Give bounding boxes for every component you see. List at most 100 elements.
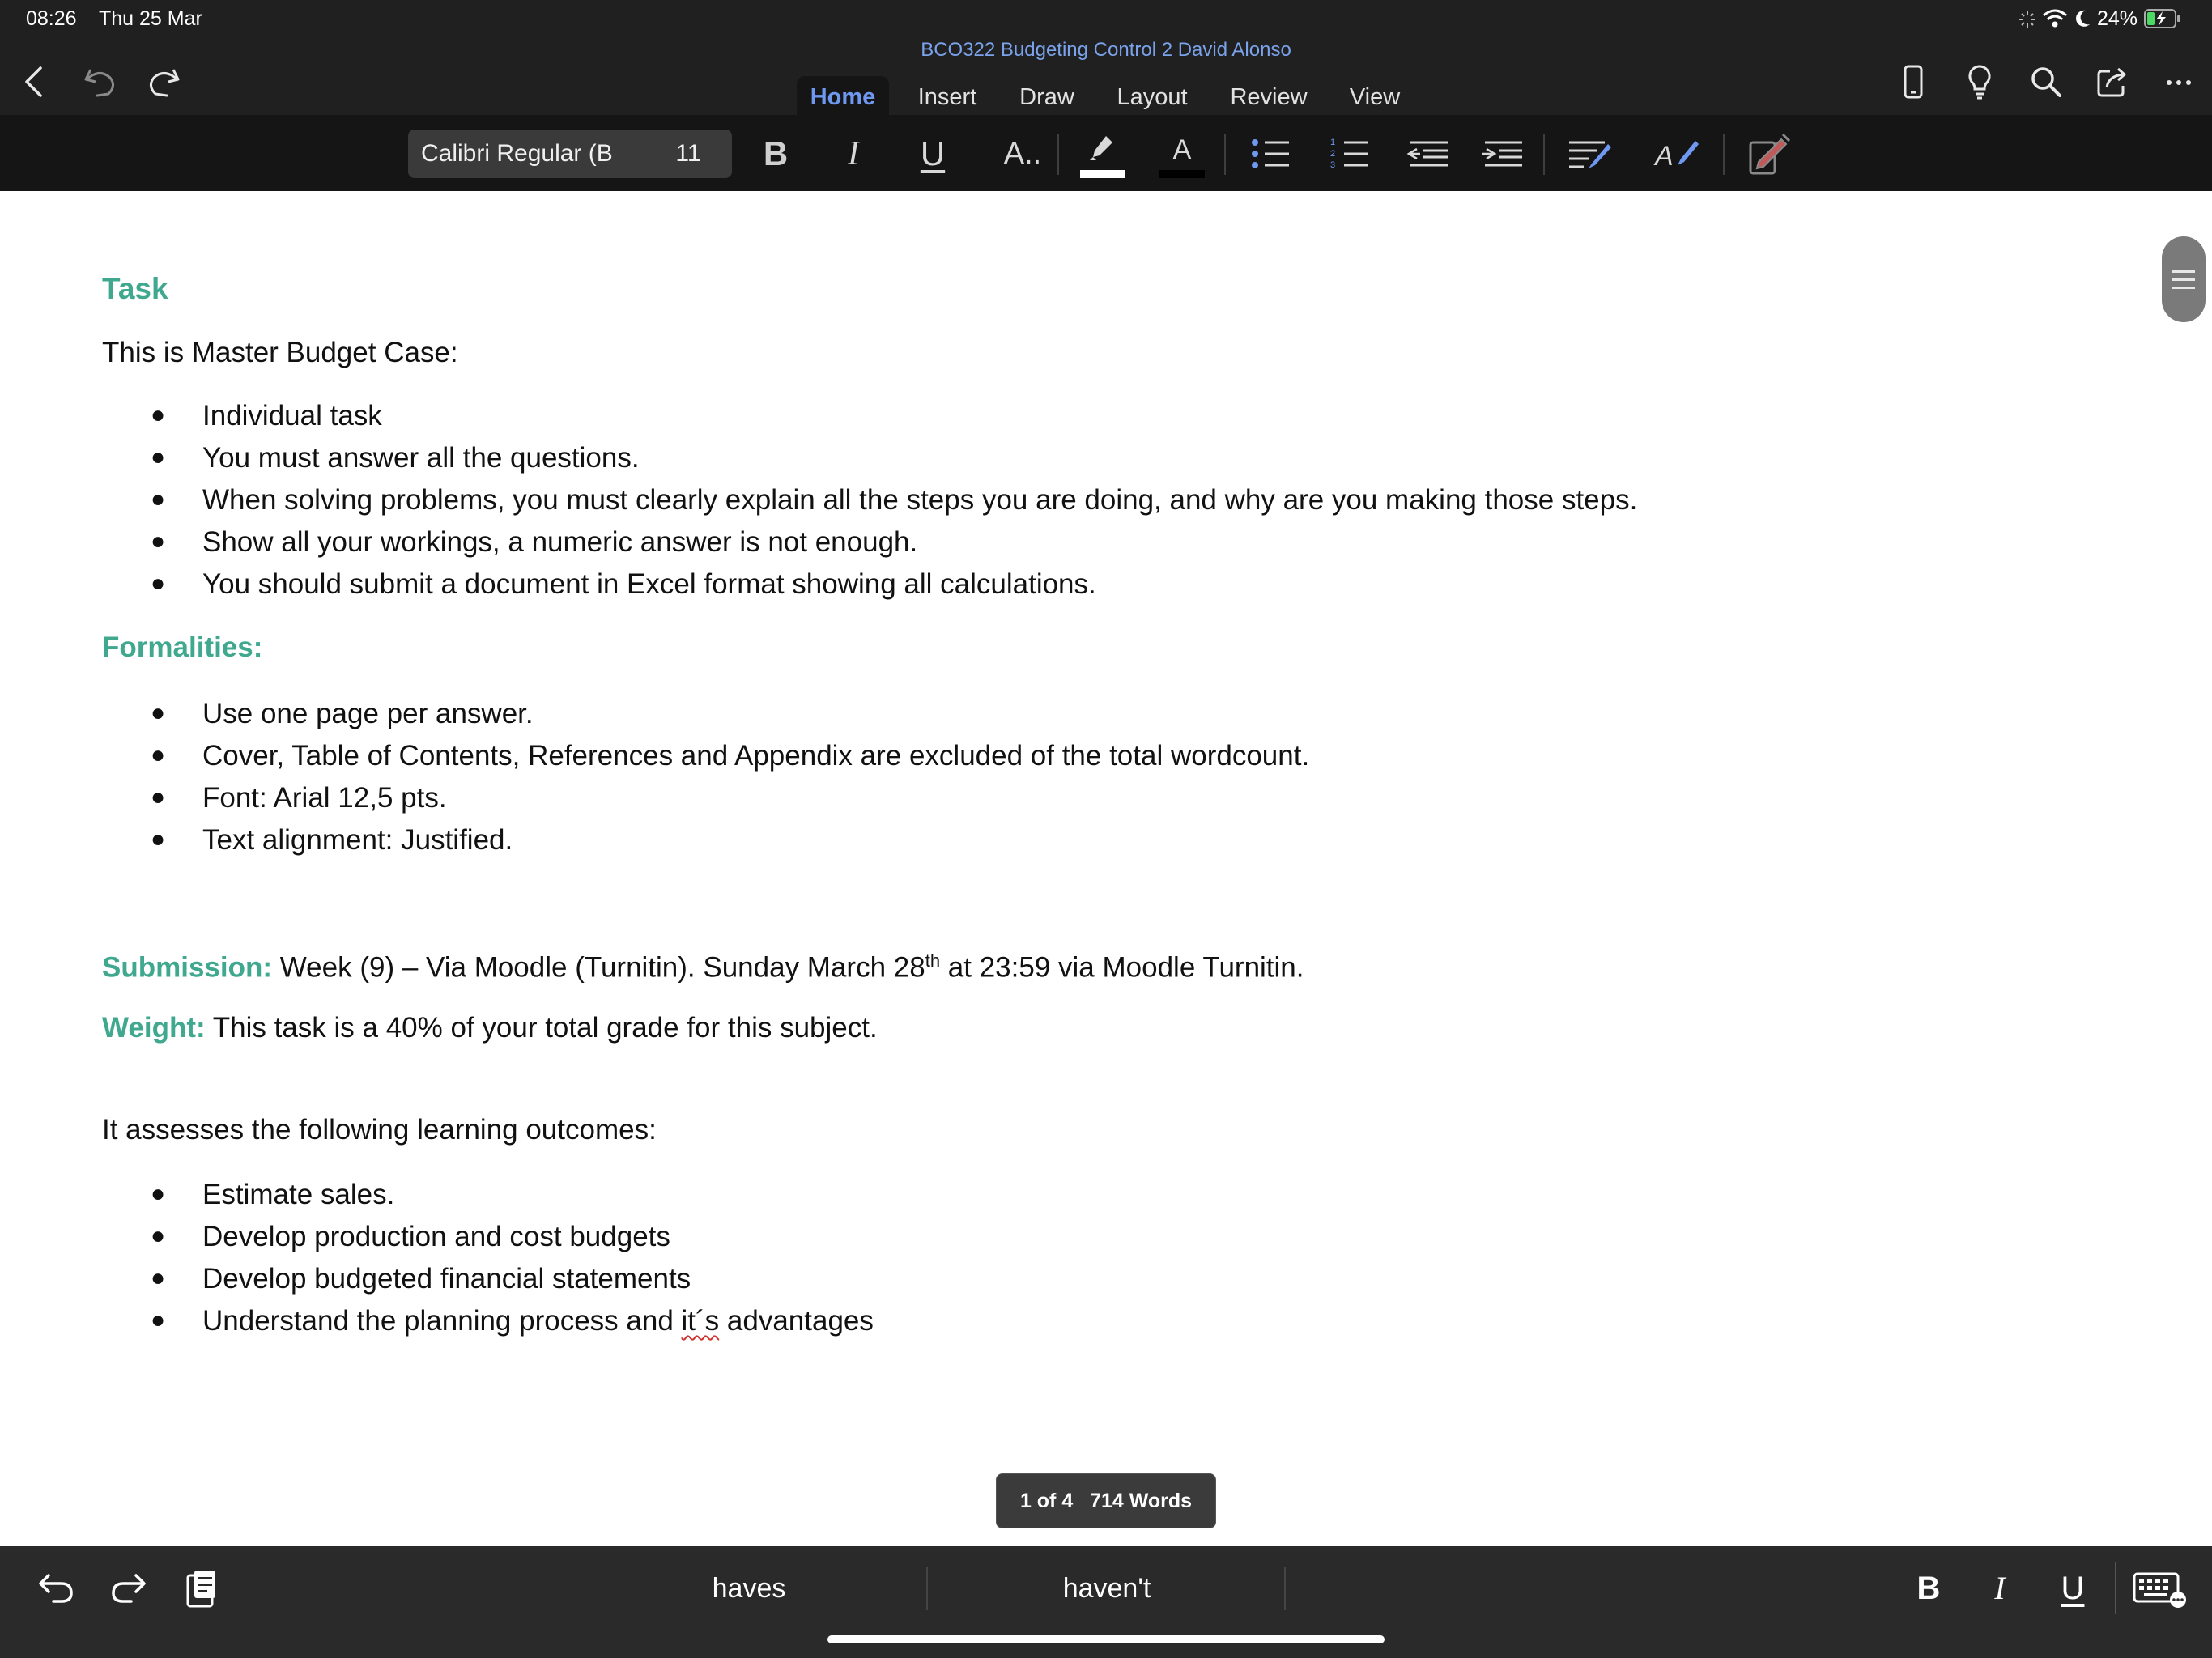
increase-indent-icon[interactable] <box>1478 126 1527 181</box>
paragraph-styles-icon[interactable] <box>1564 126 1613 181</box>
italic-button[interactable]: I <box>829 126 878 181</box>
misspelled-word[interactable]: it´s <box>682 1305 720 1337</box>
undo-icon[interactable] <box>79 62 120 102</box>
keyboard-italic-button[interactable]: I <box>1976 1564 2024 1613</box>
bullet-icon: ● <box>151 1222 166 1249</box>
submission-superscript: th <box>925 950 941 971</box>
tab-review[interactable]: Review <box>1221 76 1317 118</box>
wifi-icon <box>2042 8 2068 29</box>
decrease-indent-icon[interactable] <box>1404 126 1453 181</box>
keyboard-dismiss-icon[interactable] <box>2131 1564 2189 1613</box>
bold-button[interactable]: B <box>751 126 800 181</box>
submission-label: Submission: <box>102 951 273 984</box>
bullet-icon: ● <box>151 1307 166 1333</box>
keyboard-bar-divider <box>2115 1562 2116 1614</box>
tab-home[interactable]: Home <box>797 76 889 118</box>
tab-layout[interactable]: Layout <box>1109 76 1195 118</box>
autocorrect-suggestion[interactable]: haves <box>632 1567 866 1610</box>
keyboard-undo-icon[interactable] <box>32 1564 81 1613</box>
underline-button[interactable]: U <box>908 126 957 181</box>
outcome-text-end: advantages <box>719 1305 874 1337</box>
svg-text:2: 2 <box>1330 149 1335 159</box>
bullet-icon: ● <box>151 1265 166 1291</box>
list-item: Show all your workings, a numeric answer… <box>202 526 918 558</box>
share-icon[interactable] <box>2092 62 2133 102</box>
ribbon-divider <box>1057 134 1059 175</box>
more-options-icon[interactable] <box>2159 62 2199 102</box>
list-item: Cover, Table of Contents, References and… <box>202 740 1310 772</box>
intro-paragraph: This is Master Budget Case: <box>102 337 458 368</box>
moon-icon <box>2073 8 2092 29</box>
back-chevron-icon[interactable] <box>15 62 55 102</box>
bullet-icon: ● <box>151 444 166 470</box>
bullet-list-icon[interactable] <box>1247 126 1295 181</box>
bullet-icon: ● <box>151 1180 166 1207</box>
ribbon-divider <box>1723 134 1725 175</box>
font-color-letter: A <box>1173 134 1192 165</box>
bullet-icon: ● <box>151 742 166 768</box>
outcomes-intro: It assesses the following learning outco… <box>102 1114 657 1146</box>
battery-charging-icon <box>2144 8 2181 29</box>
bullet-icon: ● <box>151 826 166 852</box>
paste-clipboard-icon[interactable] <box>178 1564 227 1613</box>
list-item: You must answer all the questions. <box>202 442 640 474</box>
keyboard-underline-button[interactable]: U <box>2048 1564 2097 1613</box>
list-item: When solving problems, you must clearly … <box>202 484 1638 516</box>
heading-formalities: Formalities: <box>102 631 263 663</box>
list-item: Develop budgeted financial statements <box>202 1263 691 1295</box>
ribbon-divider <box>1543 134 1545 175</box>
keyboard-redo-icon[interactable] <box>104 1564 152 1613</box>
outcome-text-start: Understand the planning process and <box>202 1305 682 1337</box>
submission-text: Week (9) – Via Moodle (Turnitin). Sunday… <box>279 951 925 984</box>
bullet-icon: ● <box>151 402 166 428</box>
document-title: BCO322 Budgeting Control 2 David Alonso <box>921 39 1291 61</box>
redo-icon[interactable] <box>144 62 185 102</box>
weight-paragraph: Weight: This task is a 40% of your total… <box>102 1012 878 1044</box>
keyboard-bold-button[interactable]: B <box>1904 1564 1953 1613</box>
highlight-marker-icon[interactable] <box>1078 126 1127 181</box>
suggestion-divider <box>1284 1567 1286 1610</box>
page-count: 1 of 4 <box>1019 1490 1074 1512</box>
weight-text: This task is a 40% of your total grade f… <box>212 1012 878 1044</box>
battery-level: 24% <box>2097 7 2138 30</box>
list-item: Estimate sales. <box>202 1179 395 1210</box>
bullet-icon: ● <box>151 699 166 726</box>
bullet-icon: ● <box>151 570 166 597</box>
home-indicator[interactable] <box>827 1635 1385 1643</box>
tab-insert[interactable]: Insert <box>907 76 988 118</box>
svg-text:1: 1 <box>1330 138 1335 147</box>
submission-paragraph: Submission: Week (9) – Via Moodle (Turni… <box>102 950 1304 984</box>
list-item: Understand the planning process and it´s… <box>202 1305 874 1337</box>
svg-text:A: A <box>1653 141 1674 172</box>
bullet-icon: ● <box>151 528 166 555</box>
styles-brush-icon[interactable]: A <box>1652 126 1700 181</box>
search-icon[interactable] <box>2026 62 2066 102</box>
heading-task: Task <box>102 272 168 305</box>
font-size-field[interactable]: 11 <box>648 130 729 178</box>
tab-view[interactable]: View <box>1341 76 1409 118</box>
ribbon-divider <box>1224 134 1226 175</box>
list-item: Text alignment: Justified. <box>202 824 513 856</box>
tab-draw[interactable]: Draw <box>1012 76 1082 118</box>
suggestion-divider <box>926 1567 928 1610</box>
scroll-handle[interactable] <box>2162 236 2206 322</box>
autocorrect-suggestion[interactable]: haven't <box>989 1567 1224 1610</box>
weight-label: Weight: <box>102 1012 206 1044</box>
status-date: Thu 25 Mar <box>99 7 202 30</box>
list-item: Develop production and cost budgets <box>202 1221 670 1252</box>
text-effects-button[interactable]: A.. <box>986 126 1059 181</box>
format-painter-icon[interactable] <box>1744 126 1793 181</box>
word-count: 714 Words <box>1090 1490 1193 1512</box>
font-color-button[interactable]: A <box>1158 126 1206 181</box>
bullet-icon: ● <box>151 486 166 512</box>
list-item: Individual task <box>202 400 382 432</box>
bullet-icon: ● <box>151 784 166 810</box>
font-name-field[interactable]: Calibri Regular (B <box>421 130 632 178</box>
list-item: Use one page per answer. <box>202 698 534 729</box>
mobile-view-icon[interactable] <box>1893 62 1933 102</box>
submission-text-end: at 23:59 via Moodle Turnitin. <box>947 951 1304 984</box>
list-item: Font: Arial 12,5 pts. <box>202 782 447 814</box>
numbered-list-icon[interactable]: 1 23 <box>1326 126 1375 181</box>
lightbulb-icon[interactable] <box>1959 62 2000 102</box>
list-item: You should submit a document in Excel fo… <box>202 568 1096 600</box>
